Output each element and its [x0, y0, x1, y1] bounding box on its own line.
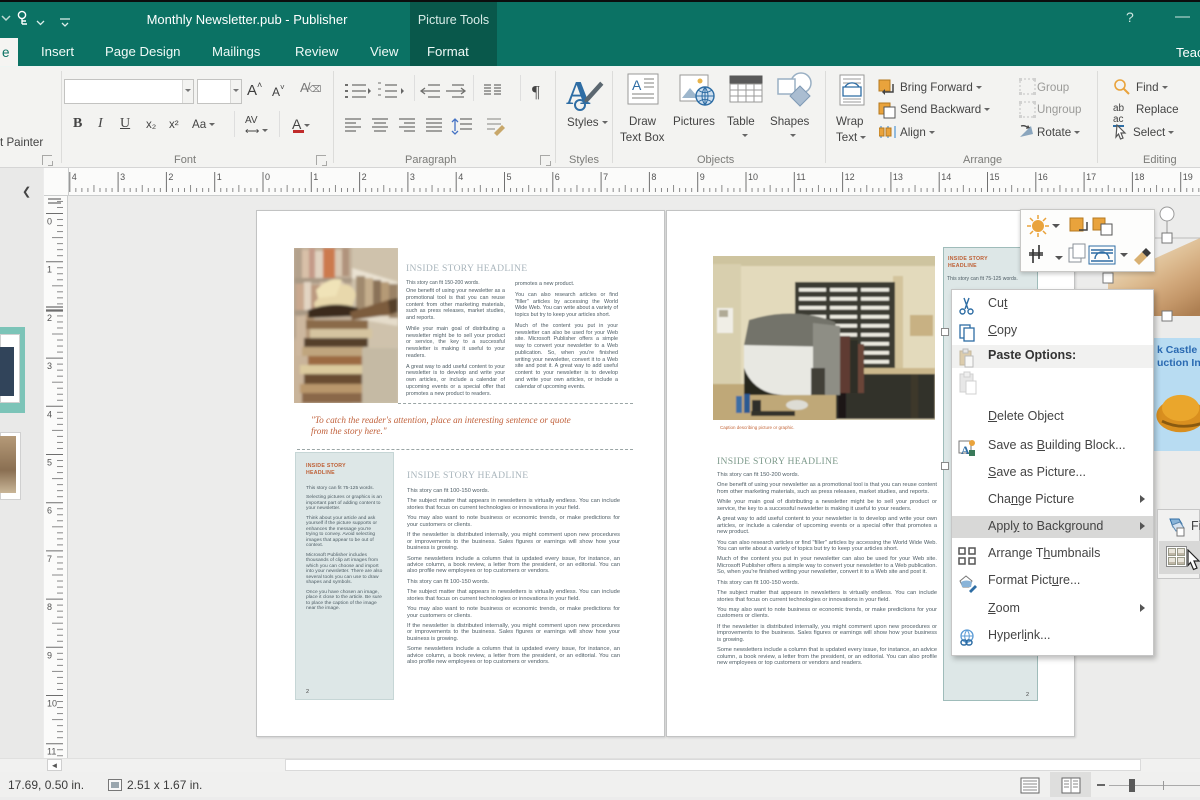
svg-text:10: 10 — [47, 699, 57, 709]
svg-text:3: 3 — [410, 172, 415, 182]
svg-text:16: 16 — [1038, 172, 1048, 182]
svg-text:11: 11 — [47, 747, 56, 757]
svg-text:A: A — [632, 77, 642, 93]
svg-text:11: 11 — [796, 172, 805, 182]
svg-text:0: 0 — [265, 172, 270, 182]
svg-text:1: 1 — [217, 172, 222, 182]
svg-text:A: A — [961, 443, 970, 457]
svg-text:¶: ¶ — [532, 82, 540, 101]
svg-text:5: 5 — [47, 458, 52, 468]
svg-text:18: 18 — [1134, 172, 1144, 182]
svg-text:10: 10 — [748, 172, 758, 182]
svg-text:9: 9 — [700, 172, 705, 182]
svg-text:2: 2 — [47, 313, 52, 323]
svg-text:2: 2 — [168, 172, 173, 182]
svg-text:7: 7 — [603, 172, 608, 182]
svg-text:7: 7 — [47, 554, 52, 564]
svg-text:1: 1 — [47, 265, 52, 275]
svg-text:3: 3 — [120, 172, 125, 182]
svg-text:8: 8 — [47, 602, 52, 612]
svg-text:1: 1 — [313, 172, 318, 182]
svg-text:A: A — [566, 75, 591, 112]
svg-text:19: 19 — [1183, 172, 1193, 182]
svg-text:4: 4 — [47, 409, 52, 419]
svg-text:12: 12 — [845, 172, 855, 182]
svg-text:3: 3 — [47, 361, 52, 371]
svg-text:4: 4 — [72, 172, 77, 182]
svg-text:13: 13 — [893, 172, 903, 182]
svg-text:0: 0 — [47, 217, 52, 227]
svg-text:6: 6 — [47, 506, 52, 516]
svg-text:15: 15 — [990, 172, 1000, 182]
svg-text:4: 4 — [458, 172, 463, 182]
svg-text:5: 5 — [507, 172, 512, 182]
svg-text:2: 2 — [362, 172, 367, 182]
svg-text:6: 6 — [555, 172, 560, 182]
svg-text:8: 8 — [651, 172, 656, 182]
svg-text:14: 14 — [941, 172, 951, 182]
svg-text:9: 9 — [47, 650, 52, 660]
svg-text:17: 17 — [1086, 172, 1096, 182]
